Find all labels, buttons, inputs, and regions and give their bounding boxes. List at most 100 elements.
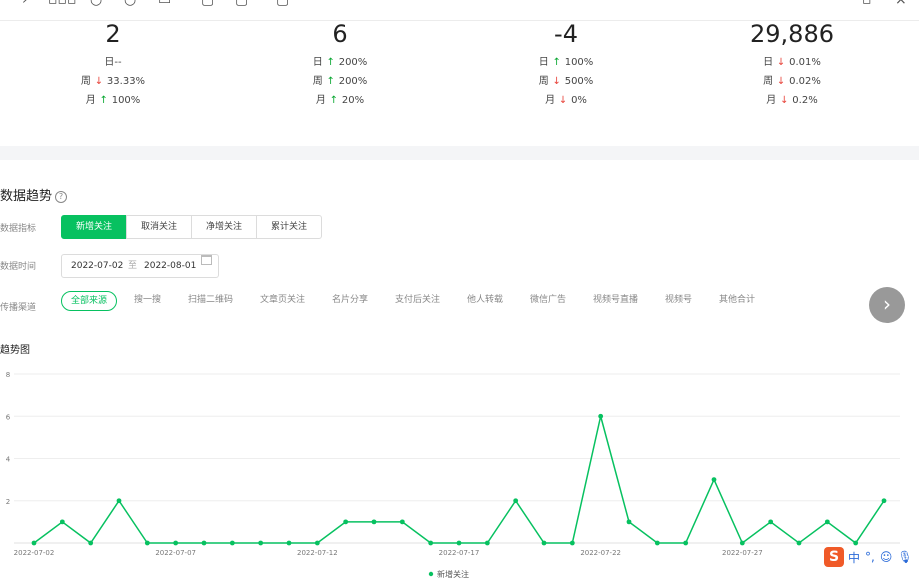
x-tick-label: 2022-07-17 <box>439 549 480 557</box>
help-icon[interactable]: ? <box>55 191 68 203</box>
stat-change-row: 月 ↓ 0% <box>466 91 666 110</box>
channel-option[interactable]: 他人转载 <box>467 291 503 309</box>
metric-option[interactable]: 累计关注 <box>256 215 323 239</box>
stat-change-row: 日 ↑ 100% <box>466 53 666 72</box>
data-point <box>456 540 462 546</box>
channel-option[interactable]: 微信广告 <box>530 291 566 309</box>
metric-option[interactable]: 取消关注 <box>126 215 193 239</box>
channel-label: 传播渠道 <box>0 303 37 313</box>
change-value: 33.33% <box>106 76 146 87</box>
data-point <box>116 498 122 504</box>
calendar-icon <box>201 255 212 265</box>
change-value: 0.01% <box>789 57 821 68</box>
data-point <box>258 540 264 546</box>
change-value: 0.02% <box>789 76 821 87</box>
data-point <box>569 540 575 546</box>
emoji-icon[interactable]: ☺ <box>880 550 893 564</box>
chevron-right-icon[interactable]: › <box>869 287 905 323</box>
change-value: 0% <box>571 95 587 106</box>
ime-punctuation[interactable]: °, <box>865 550 875 564</box>
stats-overview: 2 日-- 周 ↓ 33.33% 月 ↑ 100% 6 日 ↑ 200% 周 ↑ 200% 月 ↑ 20% -4 日 ↑… <box>0 20 919 146</box>
channel-option[interactable]: 视频号直播 <box>593 291 638 309</box>
y-tick-label: 6 <box>6 413 11 421</box>
apps-icon[interactable]: ▫▫▫ <box>48 0 76 8</box>
stat-change-row: 月 ↑ 20% <box>240 91 440 110</box>
stat-card: -4 日 ↑ 100% 周 ↓ 500% 月 ↓ 0% <box>466 20 666 110</box>
arrow-up-icon: ↑ <box>552 57 561 68</box>
data-point <box>711 477 717 483</box>
image-icon[interactable]: ▭ <box>158 0 171 8</box>
period-label: 日 <box>763 57 774 68</box>
stat-value: -4 <box>554 20 578 48</box>
mic-icon[interactable]: 🎙 <box>897 550 912 564</box>
data-point <box>59 519 65 525</box>
legend-label: 新增关注 <box>437 569 469 579</box>
change-value: -- <box>114 57 122 68</box>
data-point <box>371 519 377 525</box>
date-separator: 至 <box>128 261 138 271</box>
ime-toolbar: S 中 °, ☺ 🎙 <box>824 546 918 568</box>
stat-change-row: 周 ↑ 200% <box>240 72 440 91</box>
y-tick-label: 4 <box>6 456 11 464</box>
metric-selector: 新增关注 取消关注 净增关注 累计关注 <box>61 215 323 239</box>
close-icon[interactable]: × <box>895 0 907 8</box>
data-point <box>399 519 405 525</box>
data-point <box>428 540 434 546</box>
channel-option[interactable]: 扫描二维码 <box>188 291 233 309</box>
window-icon[interactable]: ▫ <box>862 0 872 8</box>
stat-value: 6 <box>332 20 348 48</box>
channel-option[interactable]: 名片分享 <box>332 291 368 309</box>
channel-option[interactable]: 其他合计 <box>719 291 755 309</box>
sogou-logo[interactable]: S <box>824 547 844 567</box>
change-value: 200% <box>338 57 368 68</box>
arrow-down-icon: ↓ <box>558 95 568 106</box>
change-value: 100% <box>111 95 141 106</box>
arrow-down-icon: ↓ <box>94 76 104 87</box>
download-icon[interactable]: ▢ <box>276 0 289 8</box>
period-label: 周 <box>538 76 549 87</box>
channel-option[interactable]: 全部来源 <box>61 291 118 311</box>
channel-option[interactable]: 搜一搜 <box>134 291 161 309</box>
stat-change-row: 周 ↓ 500% <box>466 72 666 91</box>
arrow-down-icon: ↓ <box>780 95 789 106</box>
data-point <box>144 540 150 546</box>
more-icon[interactable]: ··· <box>784 0 797 8</box>
zoom-out-icon[interactable]: ○ <box>124 0 136 8</box>
metric-option[interactable]: 新增关注 <box>61 215 128 239</box>
page-export-icon[interactable]: ▢ <box>235 0 248 8</box>
data-point <box>881 498 887 504</box>
period-label: 日 <box>538 57 549 68</box>
stat-change-row: 日 ↓ 0.01% <box>692 53 892 72</box>
data-point <box>513 498 519 504</box>
data-point <box>229 540 235 546</box>
x-tick-label: 2022-07-02 <box>14 549 55 557</box>
stat-value: 2 <box>105 20 121 48</box>
top-toolbar: › ▫▫▫ ○ ○ ▭ ▢ ▢ ▢ ··· ▫ × <box>0 0 919 21</box>
chart-title: 趋势图 <box>0 345 30 356</box>
period-label: 月 <box>766 95 777 106</box>
date-range-picker[interactable]: 2022-07-02 至 2022-08-01 <box>61 254 219 278</box>
change-value: 100% <box>564 57 594 68</box>
period-label: 月 <box>85 95 96 106</box>
period-label: 周 <box>312 76 323 87</box>
data-point <box>654 540 660 546</box>
arrow-up-icon: ↑ <box>99 95 108 106</box>
stat-change-row: 月 ↑ 100% <box>13 91 213 110</box>
y-tick-label: 8 <box>6 371 10 379</box>
period-label: 周 <box>763 76 774 87</box>
data-point <box>683 540 689 546</box>
stat-change-row: 周 ↓ 0.02% <box>692 72 892 91</box>
chevron-right-icon[interactable]: › <box>22 0 28 8</box>
section-title: 数据趋势? <box>0 185 68 204</box>
channel-option[interactable]: 视频号 <box>665 291 692 309</box>
metric-option[interactable]: 净增关注 <box>191 215 258 239</box>
page-icon[interactable]: ▢ <box>201 0 214 8</box>
period-label: 日 <box>312 57 323 68</box>
zoom-in-icon[interactable]: ○ <box>90 0 102 8</box>
data-point <box>541 540 547 546</box>
channel-option[interactable]: 支付后关注 <box>395 291 440 309</box>
stat-change-row: 日-- <box>13 53 213 72</box>
ime-language[interactable]: 中 <box>848 549 860 566</box>
data-point <box>31 540 37 546</box>
channel-option[interactable]: 文章页关注 <box>260 291 305 309</box>
